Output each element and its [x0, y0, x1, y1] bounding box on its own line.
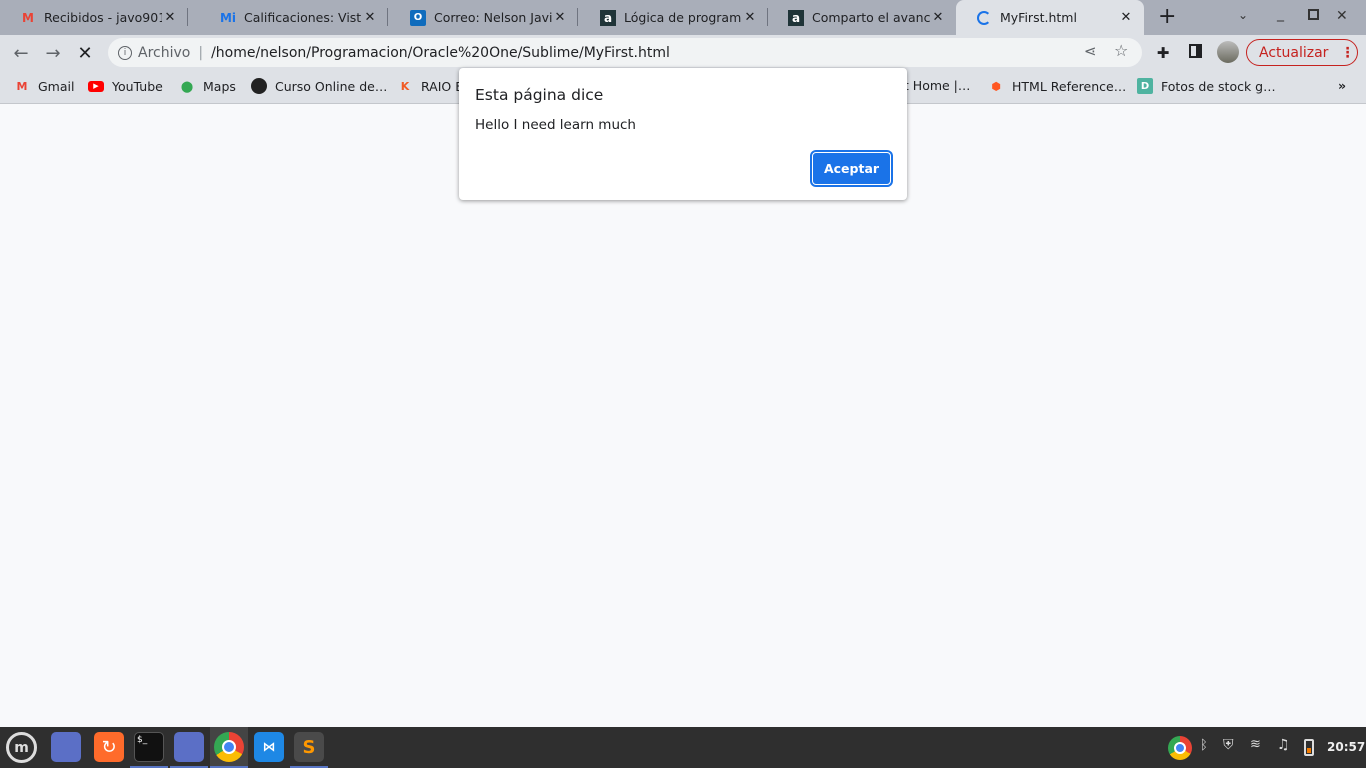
close-tab-icon[interactable]: ✕	[552, 10, 568, 25]
close-tab-icon[interactable]: ✕	[930, 10, 946, 25]
side-panel-icon[interactable]	[1189, 44, 1202, 58]
alura-icon: a	[788, 9, 804, 26]
taskbar: m ↻ $_ ⋈ S ᛒ ⛨ ≋ ♫ 20:57	[0, 727, 1366, 768]
bookmark-maps[interactable]: ⬤ Maps	[179, 78, 236, 94]
bookmark-youtube[interactable]: ▶ YouTube	[88, 78, 163, 94]
alura-icon: a	[600, 9, 616, 26]
tab-comparto[interactable]: aComparto el avance de✕	[768, 0, 956, 35]
share-icon[interactable]: ⋖	[1084, 42, 1097, 60]
restore-button[interactable]	[1308, 9, 1319, 20]
loading-spinner-icon	[976, 10, 992, 26]
omnibox[interactable]: i Archivo | /home/nelson/Programacion/Or…	[108, 38, 1142, 67]
bookmark-html-reference[interactable]: ⬢ HTML Reference…	[988, 78, 1126, 94]
vscode-icon[interactable]: ⋈	[254, 732, 284, 762]
bluetooth-icon[interactable]: ᛒ	[1200, 738, 1208, 753]
scheme-label: Archivo	[138, 44, 191, 61]
tab-logica[interactable]: aLógica de programación✕	[580, 0, 768, 35]
maps-icon: ⬤	[180, 79, 194, 93]
files-icon[interactable]	[174, 732, 204, 762]
bookmark-curso-online[interactable]: Curso Online de…	[251, 78, 387, 94]
battery-icon[interactable]	[1304, 739, 1314, 756]
extensions-icon[interactable]: ✚	[1150, 40, 1176, 66]
bookmark-fotos-stock[interactable]: D Fotos de stock g…	[1137, 78, 1276, 94]
tab-search-chevron-icon[interactable]: ⌄	[1238, 8, 1248, 22]
close-window-button[interactable]: ✕	[1336, 8, 1348, 24]
raio-icon: K	[400, 79, 410, 93]
update-button[interactable]: Actualizar ⋮	[1246, 39, 1358, 66]
terminal-icon[interactable]: $_	[134, 732, 164, 762]
new-tab-button[interactable]: +	[1158, 4, 1176, 29]
tab-calificaciones[interactable]: Mi Calificaciones: Vista ✕	[200, 0, 388, 35]
clock[interactable]: 20:57	[1327, 740, 1365, 754]
chrome-tray-icon[interactable]	[1168, 736, 1192, 760]
outlook-icon: O	[410, 9, 426, 26]
ok-button[interactable]: Aceptar	[812, 152, 891, 185]
wifi-icon[interactable]: ≋	[1250, 737, 1261, 752]
stop-button[interactable]: ✕	[72, 40, 98, 66]
youtube-icon: ▶	[88, 78, 104, 94]
stock-photos-icon: D	[1137, 78, 1153, 94]
tab-correo[interactable]: OCorreo: Nelson Javier✕	[390, 0, 578, 35]
bookmark-gmail[interactable]: M Gmail	[14, 78, 75, 94]
alert-dialog: Esta página dice Hello I need learn much…	[459, 68, 907, 200]
close-tab-icon[interactable]: ✕	[1118, 10, 1134, 25]
divider: |	[198, 44, 204, 61]
back-button[interactable]: ←	[8, 40, 34, 66]
close-tab-icon[interactable]: ✕	[742, 10, 758, 25]
minimize-button[interactable]: _	[1277, 6, 1284, 22]
dialog-message: Hello I need learn much	[475, 117, 636, 133]
tab-myfirst[interactable]: MyFirst.html ✕	[956, 0, 1144, 35]
shield-icon[interactable]: ⛨	[1223, 737, 1234, 753]
dialog-title: Esta página dice	[475, 86, 604, 104]
show-desktop-icon[interactable]	[51, 732, 81, 762]
mi-icon: Mi	[219, 10, 237, 25]
sound-icon[interactable]: ♫	[1277, 737, 1290, 753]
gmail-icon: M	[16, 79, 28, 93]
more-bookmarks-chevron-icon[interactable]: »	[1338, 78, 1346, 93]
sublime-text-icon[interactable]: S	[294, 732, 324, 762]
tab-strip: MRecibidos - javo9011@✕ MiCalificaciones…	[0, 0, 1366, 35]
firefox-icon[interactable]: ↻	[94, 732, 124, 762]
forward-button[interactable]: →	[40, 40, 66, 66]
chrome-icon[interactable]	[214, 732, 244, 762]
tab-gmail[interactable]: MRecibidos - javo9011@✕	[0, 0, 188, 35]
info-icon[interactable]: i	[118, 45, 132, 60]
close-tab-icon[interactable]: ✕	[362, 10, 378, 25]
bookmark-home[interactable]: nt Home |…	[896, 78, 970, 93]
close-tab-icon[interactable]: ✕	[162, 10, 178, 25]
menu-dots-icon: ⋮	[1340, 44, 1355, 61]
url-text[interactable]: /home/nelson/Programacion/Oracle%20One/S…	[211, 45, 670, 61]
mint-menu-icon[interactable]: m	[6, 732, 37, 763]
bookmark-site-icon	[251, 78, 267, 94]
html-reference-icon: ⬢	[991, 79, 1001, 93]
avatar[interactable]	[1217, 41, 1239, 63]
bookmark-star-icon[interactable]: ☆	[1114, 41, 1128, 60]
gmail-icon: M	[22, 10, 34, 25]
